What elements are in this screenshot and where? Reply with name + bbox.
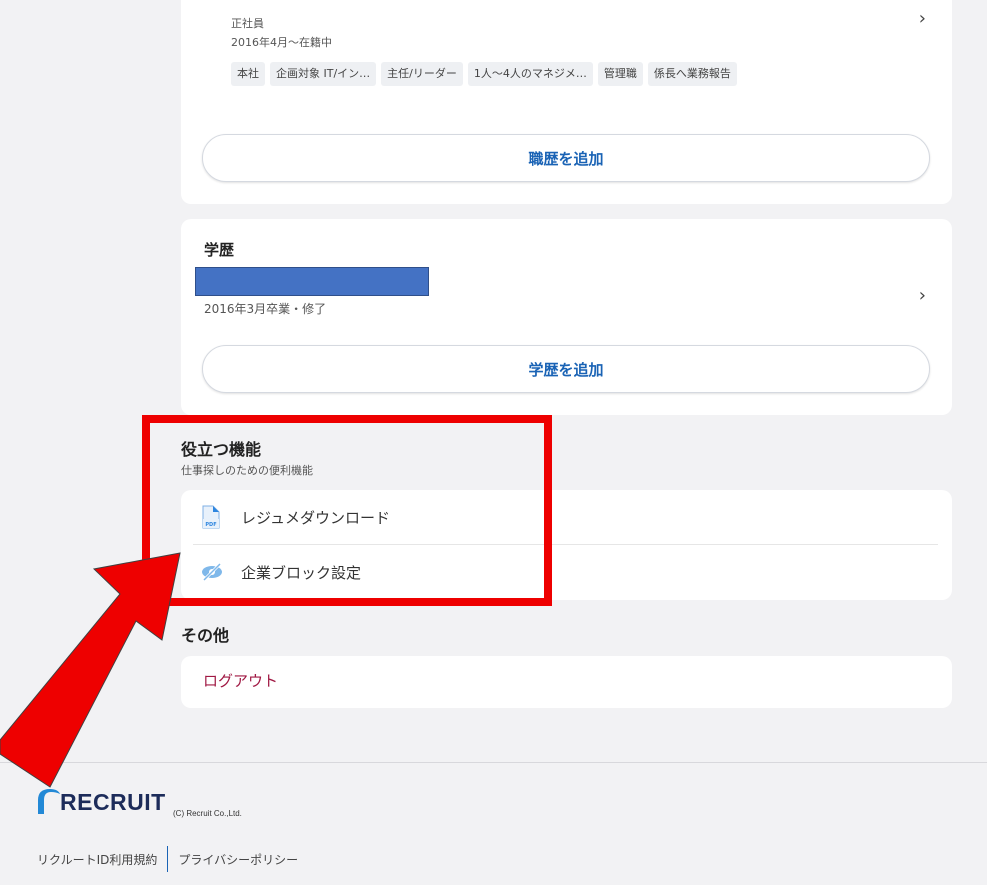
work-tag: 管理職 <box>597 62 643 86</box>
employment-type: 正社員 <box>231 17 264 30</box>
resume-download-row[interactable]: PDF レジュメダウンロード <box>193 490 938 544</box>
work-tags: 本社 企画対象 IT/イン… 主任/リーダー 1人〜4人のマネジメ… 管理職 係… <box>231 62 737 86</box>
work-tag: 企画対象 IT/イン… <box>270 62 377 86</box>
education-title: 学歴 <box>204 241 235 259</box>
employment-period: 2016年4月〜在籍中 <box>231 36 332 49</box>
work-tag: 主任/リーダー <box>381 62 463 86</box>
company-block-label: 企業ブロック設定 <box>241 563 362 582</box>
education-chevron-icon[interactable]: › <box>919 285 926 306</box>
add-work-history-button[interactable]: 職歴を追加 <box>202 134 930 182</box>
eye-slash-icon <box>201 563 231 581</box>
footer-links: リクルートID利用規約 プライバシーポリシー <box>37 846 298 872</box>
resume-download-label: レジュメダウンロード <box>241 508 390 527</box>
footer-link-separator <box>167 846 169 872</box>
work-tag: 1人〜4人のマネジメ… <box>467 62 593 86</box>
terms-link[interactable]: リクルートID利用規約 <box>37 851 157 868</box>
work-tag: 本社 <box>231 62 265 86</box>
svg-text:PDF: PDF <box>205 522 216 528</box>
redacted-school-name <box>195 267 429 296</box>
footer-divider <box>0 762 987 763</box>
company-block-row[interactable]: 企業ブロック設定 <box>193 545 938 599</box>
work-history-chevron-icon[interactable]: › <box>919 8 926 29</box>
privacy-policy-link[interactable]: プライバシーポリシー <box>178 851 298 868</box>
recruit-logo-text: RECRUIT <box>60 789 166 815</box>
tools-subtitle: 仕事探しのための便利機能 <box>181 464 313 477</box>
recruit-logo[interactable]: RECRUIT <box>36 786 166 814</box>
other-card: ログアウト <box>181 656 952 708</box>
recruit-logo-icon <box>38 789 60 814</box>
logout-link[interactable]: ログアウト <box>203 670 278 691</box>
education-card: 学歴 2016年3月卒業・修了 › 学歴を追加 <box>181 219 952 415</box>
other-title: その他 <box>181 626 230 645</box>
graduation-date: 2016年3月卒業・修了 <box>204 302 327 316</box>
tools-title: 役立つ機能 <box>181 440 262 459</box>
tools-card: PDF レジュメダウンロード 企業ブロック設定 <box>181 490 952 600</box>
work-history-card: ▬▬▬▬ 正社員 2016年4月〜在籍中 › 本社 企画対象 IT/イン… 主任… <box>181 0 952 204</box>
pdf-file-icon: PDF <box>201 505 231 529</box>
work-tag: 係長へ業務報告 <box>647 62 737 86</box>
add-education-button[interactable]: 学歴を追加 <box>202 345 930 393</box>
copyright-text: (C) Recruit Co.,Ltd. <box>173 809 242 818</box>
